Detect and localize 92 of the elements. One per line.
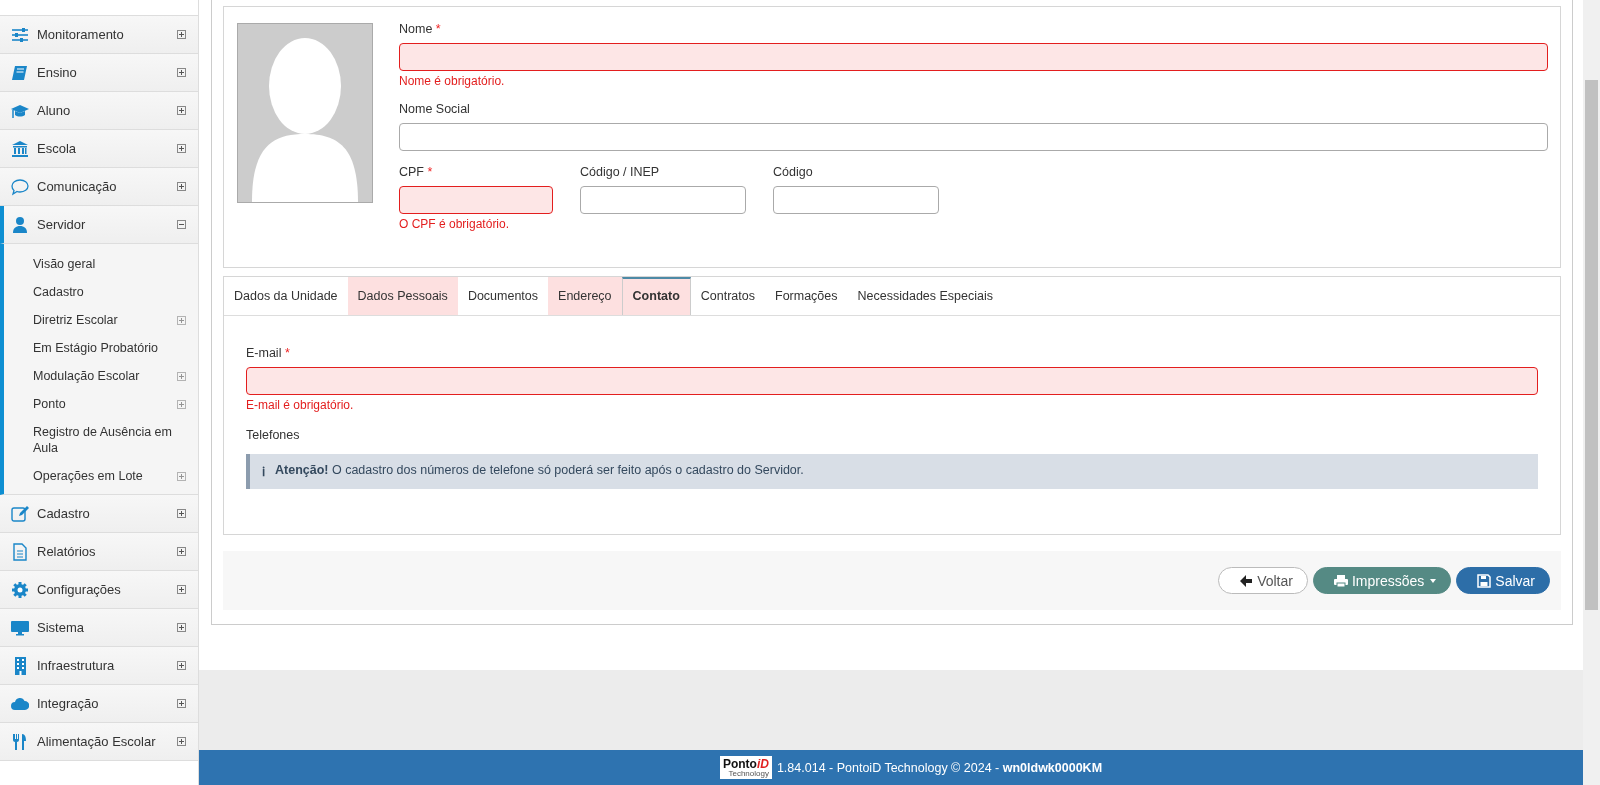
expand-icon[interactable] [177, 509, 186, 518]
text-field[interactable] [399, 43, 1548, 71]
arrow-left-icon [1239, 573, 1254, 588]
person-icon [11, 215, 29, 234]
tab[interactable]: Dados Pessoais [347, 277, 458, 315]
submenu-item[interactable]: Cadastro [4, 278, 198, 306]
expand-icon[interactable] [177, 182, 186, 191]
back-button[interactable]: Voltar [1218, 567, 1308, 594]
text-field[interactable] [399, 123, 1548, 151]
expand-icon[interactable] [177, 30, 186, 39]
fork-knife-icon [11, 732, 29, 751]
menu-label: Relatórios [37, 544, 97, 559]
menu-item[interactable]: Alimentação Escolar [0, 723, 198, 761]
menu-label: Servidor [37, 217, 87, 232]
submenu-item[interactable]: Modulação Escolar [4, 362, 198, 390]
menu-label: Cadastro [37, 506, 91, 521]
field-label: CPF * [399, 165, 434, 179]
menu-item[interactable]: Integração [0, 685, 198, 723]
text-field[interactable] [580, 186, 746, 214]
text-field[interactable] [246, 367, 1538, 395]
section-label: Telefones [246, 428, 301, 442]
collapse-icon[interactable] [177, 220, 186, 229]
bank-icon [11, 139, 29, 158]
submenu-item[interactable]: Operações em Lote [4, 462, 198, 490]
field-label: Nome * [399, 22, 442, 36]
field-label: E-mail * [246, 346, 291, 360]
menu-item[interactable]: Infraestrutura [0, 647, 198, 685]
tab[interactable]: Endereço [548, 277, 622, 315]
menu-label: Integração [37, 696, 100, 711]
book-icon [11, 63, 29, 82]
tab[interactable]: Formações [765, 277, 848, 315]
expand-icon[interactable] [177, 737, 186, 746]
info-icon: ℹ [262, 463, 265, 480]
expand-icon[interactable] [177, 623, 186, 632]
gear-icon [11, 580, 29, 599]
error-message: Nome é obrigatório. [399, 74, 506, 88]
submenu-item[interactable]: Registro de Ausência em Aula [4, 418, 198, 462]
menu-item[interactable]: Sistema [0, 609, 198, 647]
save-button[interactable]: Salvar [1456, 567, 1550, 594]
expand-icon[interactable] [177, 661, 186, 670]
submenu-item[interactable]: Diretriz Escolar [4, 306, 198, 334]
expand-icon[interactable] [177, 699, 186, 708]
menu-item[interactable]: Escola [0, 130, 198, 168]
menu-label: Ensino [37, 65, 78, 80]
menu-item[interactable]: Ensino [0, 54, 198, 92]
text-field[interactable] [399, 186, 553, 214]
menu-item[interactable]: Servidor [0, 206, 198, 244]
menu-label: Configurações [37, 582, 122, 597]
menu-item[interactable]: Aluno [0, 92, 198, 130]
submenu-item[interactable]: Em Estágio Probatório [4, 334, 198, 362]
tab[interactable]: Contato [621, 277, 691, 315]
tab[interactable]: Dados da Unidade [224, 277, 348, 315]
monitor-icon [11, 618, 29, 637]
sliders-icon [11, 25, 29, 44]
menu-label: Aluno [37, 103, 72, 118]
tab[interactable]: Contratos [690, 277, 765, 315]
printer-icon [1333, 573, 1348, 588]
edit-icon [11, 504, 29, 523]
field-label: Código / INEP [580, 165, 661, 179]
expand-icon[interactable] [177, 106, 186, 115]
field-label: Código [773, 165, 814, 179]
menu-item[interactable]: Configurações [0, 571, 198, 609]
expand-icon[interactable] [177, 68, 186, 77]
menu-label: Alimentação Escolar [37, 734, 157, 749]
menu-item[interactable]: Cadastro [0, 495, 198, 533]
caret-icon [1430, 578, 1437, 583]
menu-label: Comunicação [37, 179, 118, 194]
submenu-item[interactable]: Visão geral [4, 250, 198, 278]
expand-icon[interactable] [177, 585, 186, 594]
error-message: O CPF é obrigatório. [399, 217, 511, 231]
menu-label: Infraestrutura [37, 658, 116, 673]
field-label: Nome Social [399, 102, 471, 116]
speech-bubble-icon [11, 177, 29, 196]
menu-item[interactable]: Comunicação [0, 168, 198, 206]
tab[interactable]: Documentos [457, 277, 549, 315]
logo: PontoiD Technology [719, 756, 772, 779]
menu-item[interactable]: Relatórios [0, 533, 198, 571]
text-field[interactable] [773, 186, 939, 214]
error-message: E-mail é obrigatório. [246, 398, 355, 412]
document-icon [11, 542, 29, 561]
alert-text: Atenção! O cadastro dos números de telefone só poderá ser feito após o cadastro do Servidor. [275, 463, 804, 479]
menu-item[interactable]: Monitoramento [0, 16, 198, 54]
submenu-item[interactable]: Ponto [4, 390, 198, 418]
expand-icon[interactable] [177, 547, 186, 556]
menu-label: Sistema [37, 620, 85, 635]
tab[interactable]: Necessidades Especiais [847, 277, 1004, 315]
print-dropdown-button[interactable]: Impressões [1312, 567, 1452, 594]
menu-label: Escola [37, 141, 78, 156]
menu-label: Monitoramento [37, 27, 125, 42]
scrollbar[interactable] [1583, 0, 1600, 785]
footer-text: 1.84.014 - PontoiD Technology © 2024 - wn0ldwk0000KM [776, 760, 1103, 775]
expand-icon[interactable] [177, 144, 186, 153]
